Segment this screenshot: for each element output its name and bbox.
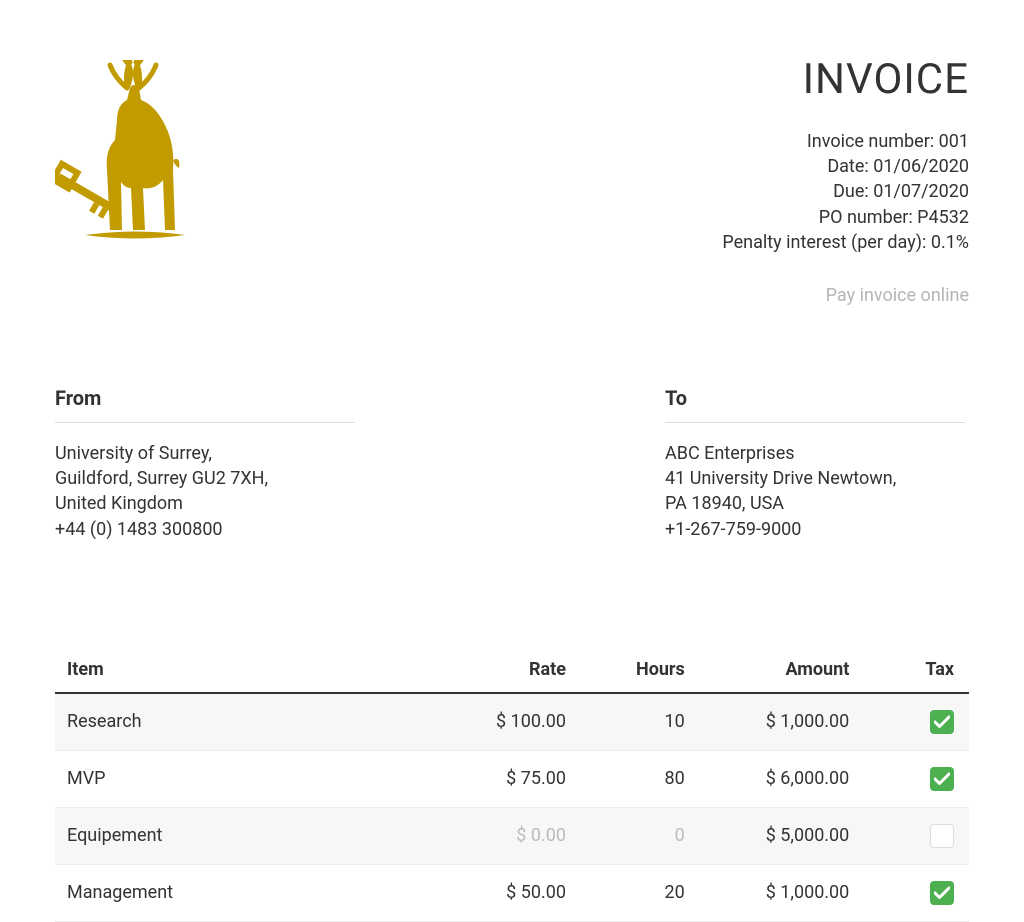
col-header-hours: Hours bbox=[576, 647, 695, 693]
invoice-due: Due: 01/07/2020 bbox=[722, 179, 969, 204]
to-line: PA 18940, USA bbox=[665, 491, 965, 516]
po-label: PO number: bbox=[819, 207, 917, 228]
cell-rate: $ 75.00 bbox=[439, 750, 576, 807]
cell-rate: $ 50.00 bbox=[439, 864, 576, 921]
cell-amount: $ 1,000.00 bbox=[695, 864, 860, 921]
date-label: Date: bbox=[827, 156, 873, 177]
cell-amount: $ 6,000.00 bbox=[695, 750, 860, 807]
cell-amount: $ 1,000.00 bbox=[695, 693, 860, 751]
table-row: MVP$ 75.0080$ 6,000.00 bbox=[55, 750, 969, 807]
from-line: Guildford, Surrey GU2 7XH, bbox=[55, 466, 355, 491]
col-header-item: Item bbox=[55, 647, 439, 693]
divider bbox=[55, 422, 355, 423]
from-line: United Kingdom bbox=[55, 491, 355, 516]
table-row: Research$ 100.0010$ 1,000.00 bbox=[55, 693, 969, 751]
cell-hours: 20 bbox=[576, 864, 695, 921]
table-row: Equipement$ 0.000$ 5,000.00 bbox=[55, 807, 969, 864]
cell-hours: 10 bbox=[576, 693, 695, 751]
company-logo bbox=[55, 60, 255, 254]
pay-invoice-link[interactable]: Pay invoice online bbox=[826, 285, 969, 306]
divider bbox=[665, 422, 965, 423]
from-heading: From bbox=[55, 386, 355, 410]
table-row: Management$ 50.0020$ 1,000.00 bbox=[55, 864, 969, 921]
to-line: ABC Enterprises bbox=[665, 441, 965, 466]
cell-tax bbox=[859, 864, 969, 921]
cell-tax bbox=[859, 750, 969, 807]
from-block: From University of Surrey, Guildford, Su… bbox=[55, 386, 355, 542]
col-header-rate: Rate bbox=[439, 647, 576, 693]
invoice-number-label: Invoice number: bbox=[807, 131, 939, 152]
cell-tax bbox=[859, 807, 969, 864]
cell-hours: 80 bbox=[576, 750, 695, 807]
cell-item: MVP bbox=[55, 750, 439, 807]
to-line: 41 University Drive Newtown, bbox=[665, 466, 965, 491]
to-block: To ABC Enterprises 41 University Drive N… bbox=[665, 386, 965, 542]
due-label: Due: bbox=[833, 181, 873, 202]
penalty-value: 0.1% bbox=[931, 232, 969, 253]
from-line: University of Surrey, bbox=[55, 441, 355, 466]
cell-rate: $ 0.00 bbox=[439, 807, 576, 864]
stag-key-logo-icon bbox=[55, 60, 215, 250]
col-header-amount: Amount bbox=[695, 647, 860, 693]
penalty-interest: Penalty interest (per day): 0.1% bbox=[722, 230, 969, 255]
tax-checkbox[interactable] bbox=[930, 881, 954, 905]
po-value: P4532 bbox=[917, 207, 969, 228]
to-line: +1-267-759-9000 bbox=[665, 517, 965, 542]
date-value: 01/06/2020 bbox=[873, 156, 969, 177]
cell-tax bbox=[859, 693, 969, 751]
col-header-tax: Tax bbox=[859, 647, 969, 693]
cell-item: Equipement bbox=[55, 807, 439, 864]
tax-checkbox[interactable] bbox=[930, 824, 954, 848]
po-number: PO number: P4532 bbox=[722, 205, 969, 230]
cell-item: Management bbox=[55, 864, 439, 921]
tax-checkbox[interactable] bbox=[930, 767, 954, 791]
invoice-number: Invoice number: 001 bbox=[722, 129, 969, 154]
due-value: 01/07/2020 bbox=[873, 181, 969, 202]
cell-hours: 0 bbox=[576, 807, 695, 864]
cell-rate: $ 100.00 bbox=[439, 693, 576, 751]
invoice-date: Date: 01/06/2020 bbox=[722, 154, 969, 179]
tax-checkbox[interactable] bbox=[930, 710, 954, 734]
penalty-label: Penalty interest (per day): bbox=[722, 232, 930, 253]
line-items-table: Item Rate Hours Amount Tax Research$ 100… bbox=[55, 647, 969, 922]
to-heading: To bbox=[665, 386, 965, 410]
invoice-number-value: 001 bbox=[939, 131, 969, 152]
invoice-title: INVOICE bbox=[722, 55, 969, 104]
cell-amount: $ 5,000.00 bbox=[695, 807, 860, 864]
cell-item: Research bbox=[55, 693, 439, 751]
from-line: +44 (0) 1483 300800 bbox=[55, 517, 355, 542]
